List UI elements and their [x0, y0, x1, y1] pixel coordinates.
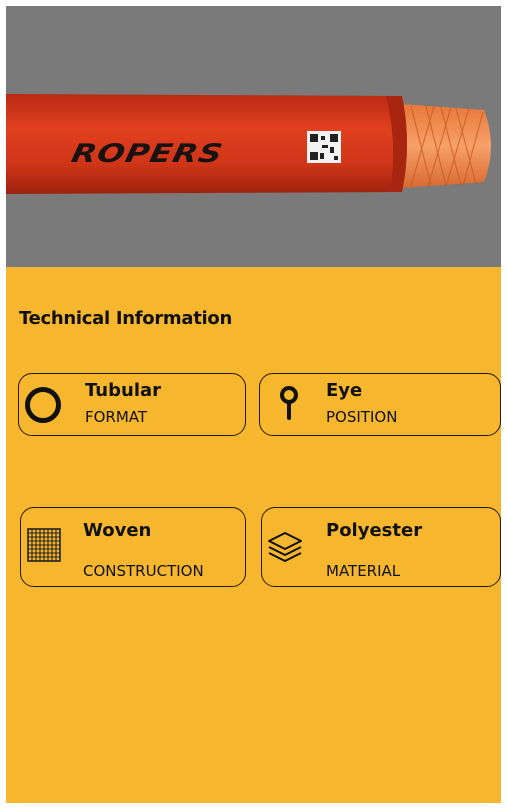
spec-value: Woven [83, 520, 152, 541]
spec-label: FORMAT [85, 408, 148, 426]
spec-card-format: Tubular FORMAT [18, 373, 246, 436]
circle-icon [25, 387, 61, 423]
spec-value: Eye [326, 380, 363, 401]
eye-loop-icon [280, 386, 298, 420]
product-panel: ROPERS Technical Information Tubular FOR… [6, 6, 501, 803]
spec-card-position: Eye POSITION [259, 373, 501, 436]
brand-logo: ROPERS [68, 137, 227, 169]
spec-label: POSITION [326, 408, 398, 426]
layers-icon [268, 532, 302, 562]
section-title: Technical Information [19, 308, 232, 329]
woven-grid-icon [27, 528, 61, 562]
spec-value: Tubular [85, 380, 162, 401]
product-image: ROPERS [6, 6, 501, 267]
spec-label: MATERIAL [326, 562, 401, 580]
spec-card-material: Polyester MATERIAL [261, 507, 501, 587]
spec-card-construction: Woven CONSTRUCTION [20, 507, 246, 587]
spec-label: CONSTRUCTION [83, 562, 204, 580]
spec-value: Polyester [326, 520, 423, 541]
